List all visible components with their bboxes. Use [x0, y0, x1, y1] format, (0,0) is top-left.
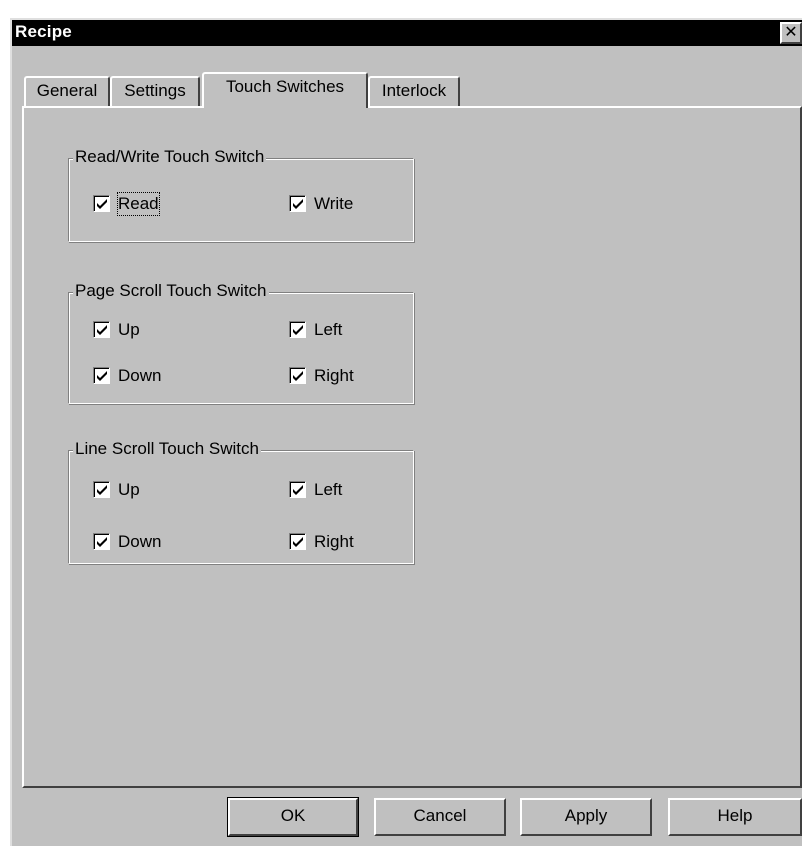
checkbox-label: Left: [314, 480, 343, 499]
checkbox-label: Read: [117, 192, 160, 216]
checkmark-icon: [293, 485, 303, 495]
button-label: Help: [717, 806, 753, 825]
cancel-button[interactable]: Cancel: [374, 798, 506, 836]
close-button[interactable]: ✕: [780, 22, 802, 44]
checkmark-icon: [97, 199, 107, 209]
tab-settings[interactable]: Settings: [110, 76, 200, 106]
checkbox-box: [93, 533, 110, 550]
read-write-group: Read/Write Touch Switch Read Write: [68, 147, 414, 242]
checkbox-label: Up: [118, 480, 140, 499]
checkmark-icon: [293, 537, 303, 547]
checkbox-label: Down: [118, 532, 162, 551]
checkbox-box: [93, 195, 110, 212]
checkbox-box: [289, 321, 306, 338]
tab-label: Interlock: [381, 81, 447, 100]
checkbox-box: [289, 367, 306, 384]
checkmark-icon: [97, 371, 107, 381]
page-scroll-group: Page Scroll Touch Switch Up Left Down Ri…: [68, 281, 414, 404]
checkbox-label: Right: [314, 532, 354, 551]
close-icon: ✕: [784, 24, 798, 41]
checkmark-icon: [293, 371, 303, 381]
window-title: Recipe: [15, 22, 72, 41]
checkbox-box: [289, 533, 306, 550]
checkmark-icon: [97, 485, 107, 495]
checkmark-icon: [293, 325, 303, 335]
checkbox-box: [289, 481, 306, 498]
checkbox-box: [93, 481, 110, 498]
ok-button[interactable]: OK: [227, 797, 359, 837]
checkbox-label: Right: [314, 366, 354, 385]
checkmark-icon: [97, 325, 107, 335]
checkbox-label: Write: [314, 194, 354, 213]
tab-label: General: [36, 81, 98, 100]
help-button[interactable]: Help: [668, 798, 802, 836]
checkbox-box: [93, 367, 110, 384]
checkbox-box: [93, 321, 110, 338]
apply-button[interactable]: Apply: [520, 798, 652, 836]
tab-general[interactable]: General: [24, 76, 110, 106]
checkbox-box: [289, 195, 306, 212]
checkmark-icon: [97, 537, 107, 547]
tab-label: Touch Switches: [225, 77, 345, 96]
checkbox-label: Left: [314, 320, 343, 339]
button-label: Apply: [564, 806, 608, 825]
line-scroll-group: Line Scroll Touch Switch Up Left Down Ri…: [68, 439, 414, 564]
title-bar[interactable]: Recipe ✕: [12, 20, 802, 46]
tab-touch-switches[interactable]: Touch Switches: [202, 72, 368, 108]
group-title: Read/Write Touch Switch: [73, 147, 267, 167]
group-title: Page Scroll Touch Switch: [73, 281, 269, 301]
checkbox-label: Up: [118, 320, 140, 339]
button-label: Cancel: [413, 806, 467, 825]
button-label: OK: [280, 806, 306, 825]
tab-interlock[interactable]: Interlock: [368, 76, 460, 106]
tab-panel-touch-switches: Read/Write Touch Switch Read Write Page …: [22, 106, 802, 788]
tab-label: Settings: [124, 81, 186, 100]
group-title: Line Scroll Touch Switch: [73, 439, 261, 459]
checkmark-icon: [293, 199, 303, 209]
recipe-dialog: Recipe ✕ General Settings Touch Switches…: [10, 18, 802, 846]
checkbox-label: Down: [118, 366, 162, 385]
